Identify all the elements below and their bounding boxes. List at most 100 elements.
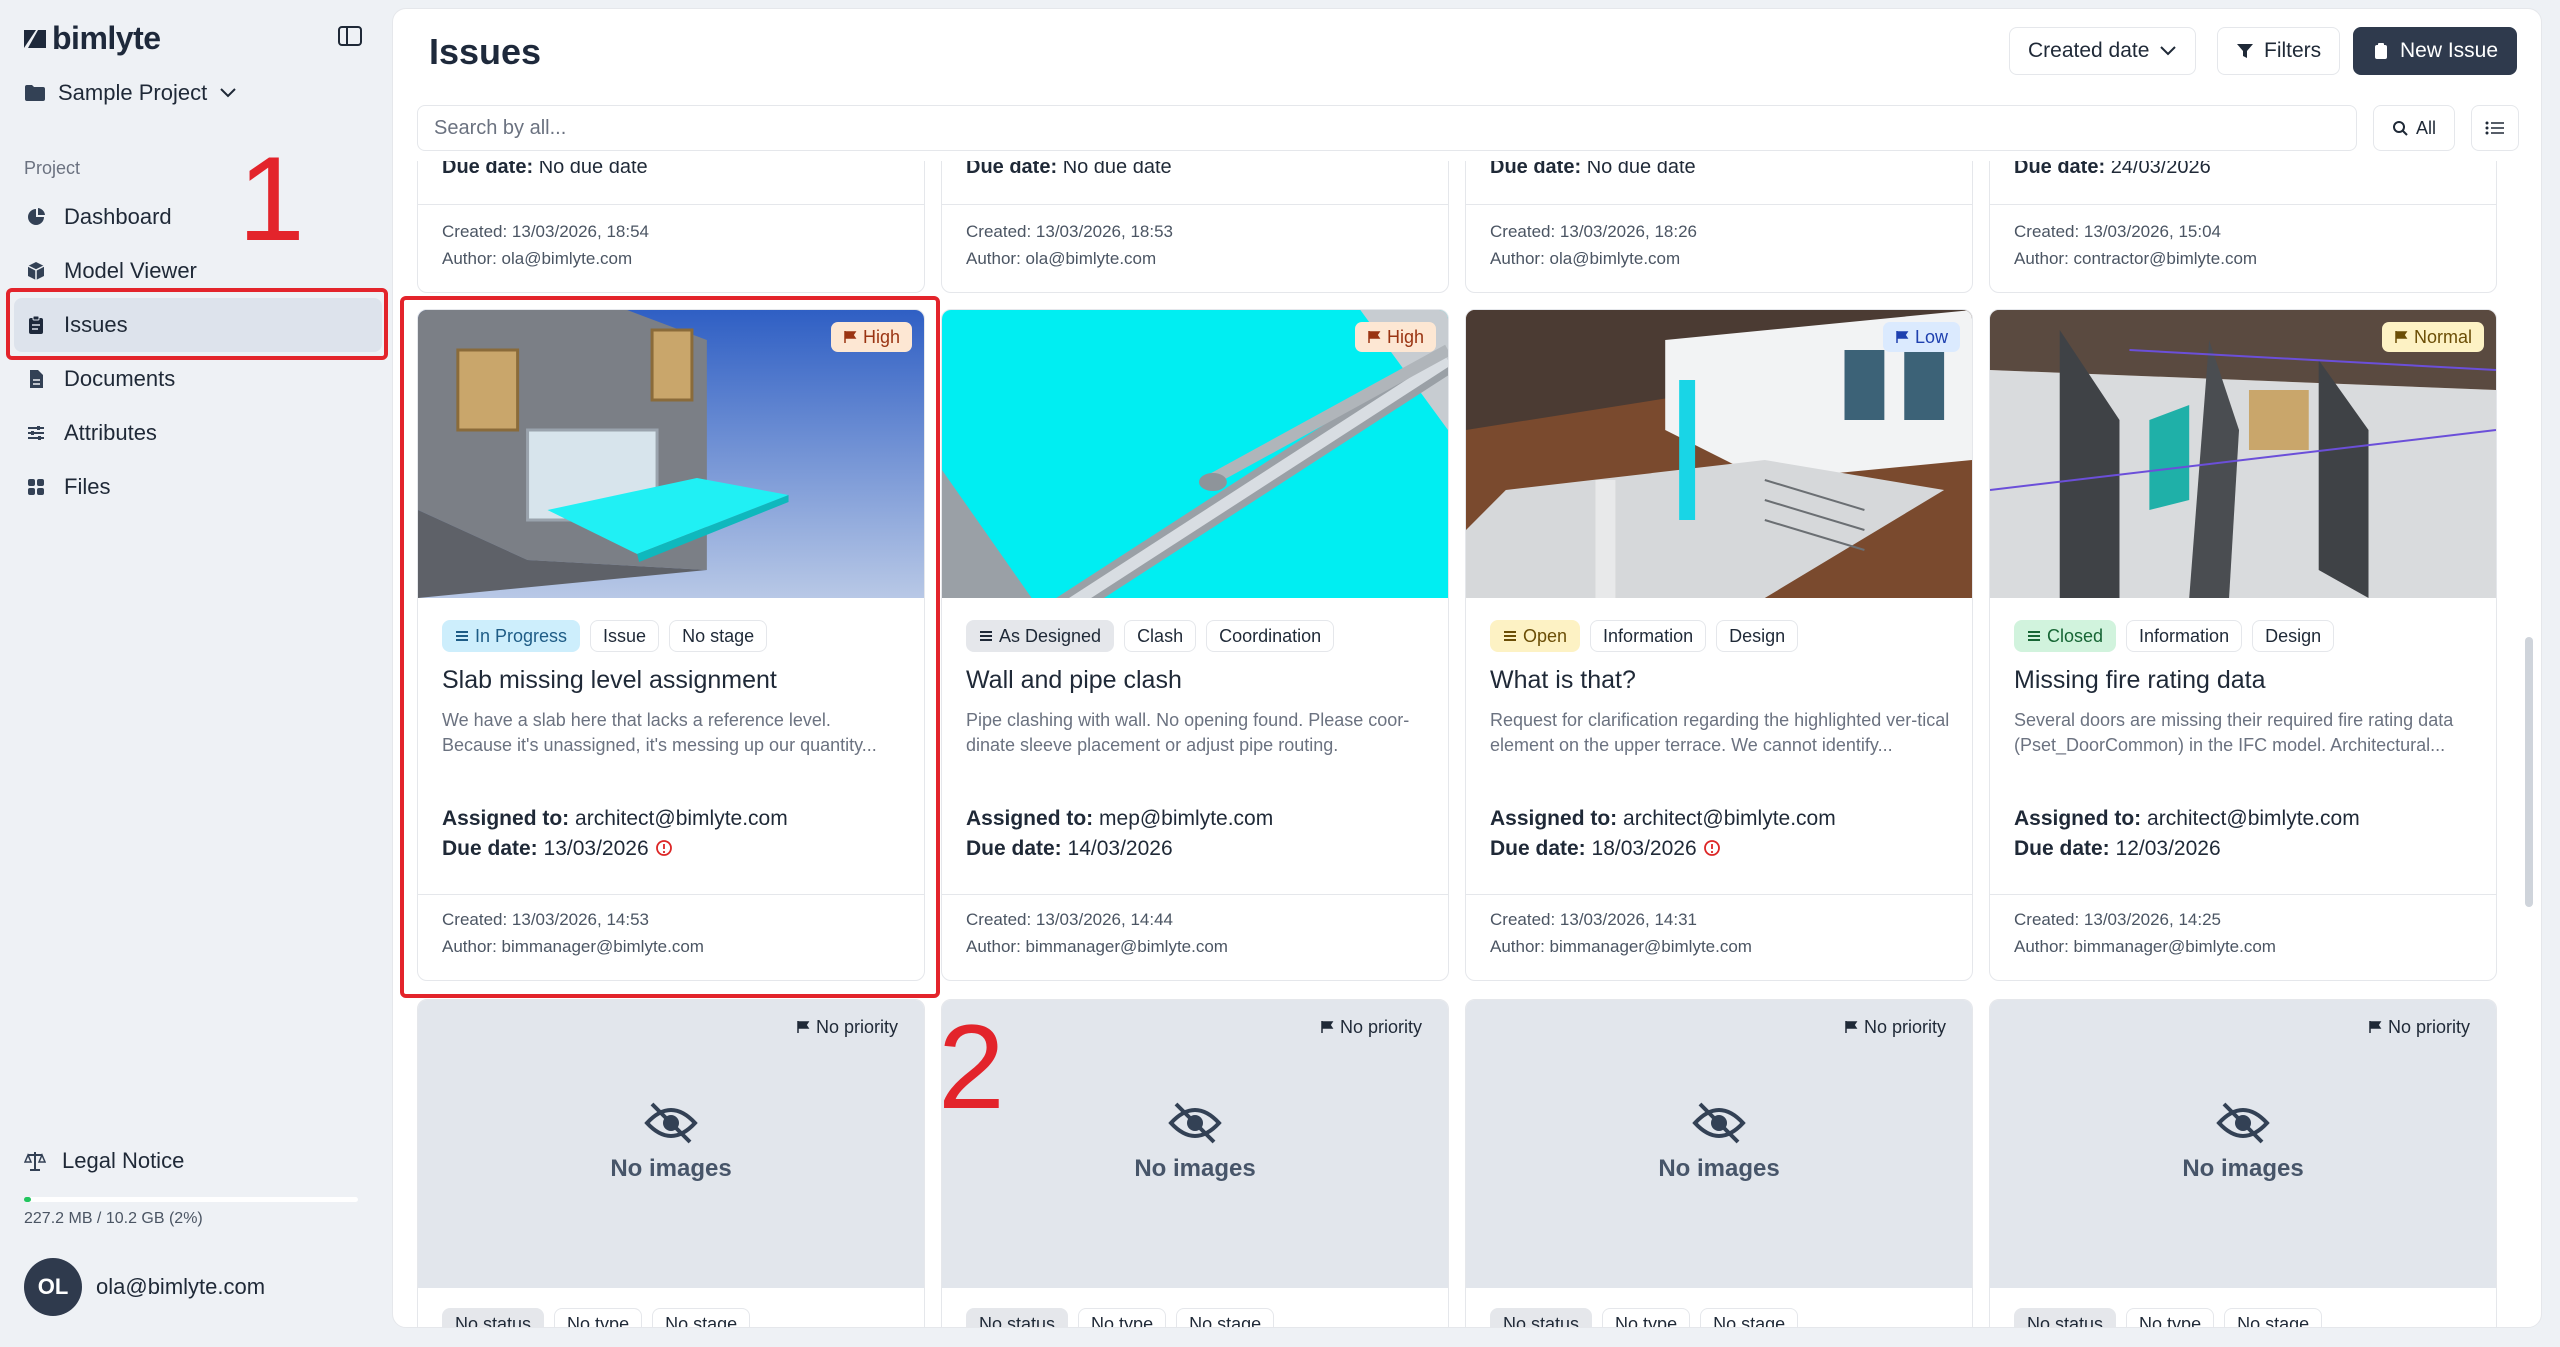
priority-badge: Normal: [2381, 322, 2484, 352]
annotation-number-1: 1: [238, 132, 305, 266]
issue-card[interactable]: Due date: No due date Created: 13/03/202…: [1465, 161, 1973, 293]
status-badge: As Designed: [966, 620, 1115, 652]
issue-card[interactable]: No priority No images No status No type No…: [1989, 999, 2497, 1327]
priority-badge: No priority: [1308, 1012, 1434, 1042]
new-issue-button[interactable]: New Issue: [2353, 27, 2518, 75]
sidebar-item-dashboard[interactable]: Dashboard: [14, 190, 382, 244]
no-images-placeholder: No priority No images: [418, 1000, 924, 1288]
issue-card[interactable]: High As Designed Clash Coordination Wall…: [941, 309, 1449, 981]
bimlyte-logo-icon: [24, 29, 46, 48]
card-tags: No status No type No stage: [2014, 1308, 2323, 1327]
card-tags: No status No type No stage: [966, 1308, 1275, 1327]
priority-badge: No priority: [1832, 1012, 1958, 1042]
card-footer: Created: 13/03/2026, 15:04 Author: contra…: [2014, 222, 2258, 268]
flag-icon: [2369, 1021, 2382, 1033]
card-description: Request for clarification regarding the …: [1490, 710, 1950, 755]
project-name: Sample Project: [58, 80, 208, 105]
sidebar-item-attributes[interactable]: Attributes: [14, 406, 382, 460]
sidebar-item-label: Dashboard: [64, 204, 172, 229]
storage-fill: [24, 1197, 31, 1202]
card-title: Missing fire rating data: [2014, 666, 2266, 694]
clipboard-icon: [2375, 43, 2387, 59]
annotation-highlight-issue-card: [400, 296, 940, 998]
search-scope-button[interactable]: All: [2373, 105, 2455, 151]
issue-thumbnail: High: [942, 310, 1448, 598]
sidebar-item-documents[interactable]: Documents: [14, 352, 382, 406]
cube-icon: [27, 262, 45, 280]
card-description: Several doors are missing their required…: [2014, 710, 2454, 755]
model-snapshot-image: [1990, 310, 2496, 598]
card-footer: Created: 13/03/2026, 14:31 Author: bimman…: [1490, 910, 1752, 956]
search-icon: [2392, 121, 2408, 136]
issue-card[interactable]: No priority No images No status No type No…: [941, 999, 1449, 1327]
card-title: What is that?: [1490, 666, 1636, 694]
card-due: Due date: 24/03/2026: [2014, 161, 2211, 178]
eye-off-icon: [644, 1102, 698, 1144]
issue-card[interactable]: Due date: No due date Created: 13/03/202…: [941, 161, 1449, 293]
user-email: ola@bimlyte.com: [96, 1274, 266, 1299]
filters-button[interactable]: Filters: [2217, 27, 2341, 75]
model-snapshot-image: [942, 310, 1448, 598]
issue-card[interactable]: Low Open Information Design What is that…: [1465, 309, 1973, 981]
flag-icon: [797, 1021, 810, 1033]
sidebar-item-label: Attributes: [64, 420, 157, 445]
card-meta: Assigned to: architect@bimlyte.com Due d…: [1490, 807, 1836, 860]
priority-badge: Low: [1882, 322, 1960, 352]
card-tags: Open Information Design: [1490, 620, 1799, 652]
card-meta: Assigned to: architect@bimlyte.com Due d…: [2014, 807, 2360, 860]
eye-off-icon: [1168, 1102, 1222, 1144]
annotation-number-2: 2: [938, 1000, 1005, 1134]
section-label-project: Project: [24, 158, 81, 178]
app-logo[interactable]: bimlyte: [22, 20, 161, 57]
flag-icon: [1368, 331, 1381, 343]
type-badge: Information: [2126, 620, 2243, 652]
issue-thumbnail: Normal: [1990, 310, 2496, 598]
list-icon: [1504, 631, 1516, 641]
sliders-icon: [28, 426, 44, 440]
stage-badge: Design: [2252, 620, 2335, 652]
list-icon: [2485, 121, 2504, 135]
card-meta: Assigned to: mep@bimlyte.com Due date: 1…: [966, 807, 1274, 860]
legal-notice-link[interactable]: Legal Notice: [24, 1148, 184, 1174]
flag-icon: [2395, 331, 2408, 343]
sidebar-collapse-icon[interactable]: [336, 24, 364, 48]
storage-usage: 227.2 MB / 10.2 GB (2%): [24, 1210, 203, 1227]
card-due: Due date: No due date: [966, 161, 1172, 178]
status-badge: Closed: [2014, 620, 2117, 652]
issue-card[interactable]: Due date: 24/03/2026 Created: 13/03/2026…: [1989, 161, 2497, 293]
no-images-placeholder: No priority No images: [1990, 1000, 2496, 1288]
sidebar-item-label: Documents: [64, 366, 176, 391]
scrollbar[interactable]: [2525, 637, 2533, 907]
stage-badge: Coordination: [1206, 620, 1335, 652]
issue-thumbnail: Low: [1466, 310, 1972, 598]
list-icon: [980, 631, 992, 641]
no-images-placeholder: No priority No images: [942, 1000, 1448, 1288]
user-menu[interactable]: OL ola@bimlyte.com: [24, 1258, 265, 1316]
sidebar-item-files[interactable]: Files: [14, 460, 382, 514]
list-view-toggle[interactable]: [2471, 105, 2519, 151]
sort-select[interactable]: Created date: [2009, 27, 2197, 75]
card-description: Pipe clashing with wall. No opening foun…: [966, 710, 1410, 755]
pie-chart-icon: [28, 208, 45, 225]
issue-card[interactable]: No priority No images No status No type No…: [417, 999, 925, 1327]
eye-off-icon: [2216, 1102, 2270, 1144]
flag-icon: [1321, 1021, 1334, 1033]
scale-icon: [24, 1152, 46, 1171]
card-footer: Created: 13/03/2026, 18:26 Author: ola@bi…: [1490, 222, 1697, 268]
new-issue-label: New Issue: [2400, 39, 2499, 62]
model-snapshot-image: [1466, 310, 1972, 598]
chevron-down-icon: [220, 88, 236, 98]
priority-badge: No priority: [784, 1012, 910, 1042]
search-input[interactable]: [417, 105, 2357, 151]
priority-badge: High: [1354, 322, 1436, 352]
card-tags: No status No type No stage: [1490, 1308, 1799, 1327]
card-footer: Created: 13/03/2026, 18:53 Author: ola@bi…: [966, 222, 1173, 268]
eye-off-icon: [1692, 1102, 1746, 1144]
issue-card[interactable]: Due date: No due date Created: 13/03/202…: [417, 161, 925, 293]
project-selector[interactable]: Sample Project: [24, 80, 237, 106]
issue-card[interactable]: Normal Closed Information Design Missing…: [1989, 309, 2497, 981]
status-badge: Open: [1490, 620, 1581, 652]
card-tags: No status No type No stage: [442, 1308, 751, 1327]
list-icon: [2028, 631, 2040, 641]
issue-card[interactable]: No priority No images No status No type No…: [1465, 999, 1973, 1327]
